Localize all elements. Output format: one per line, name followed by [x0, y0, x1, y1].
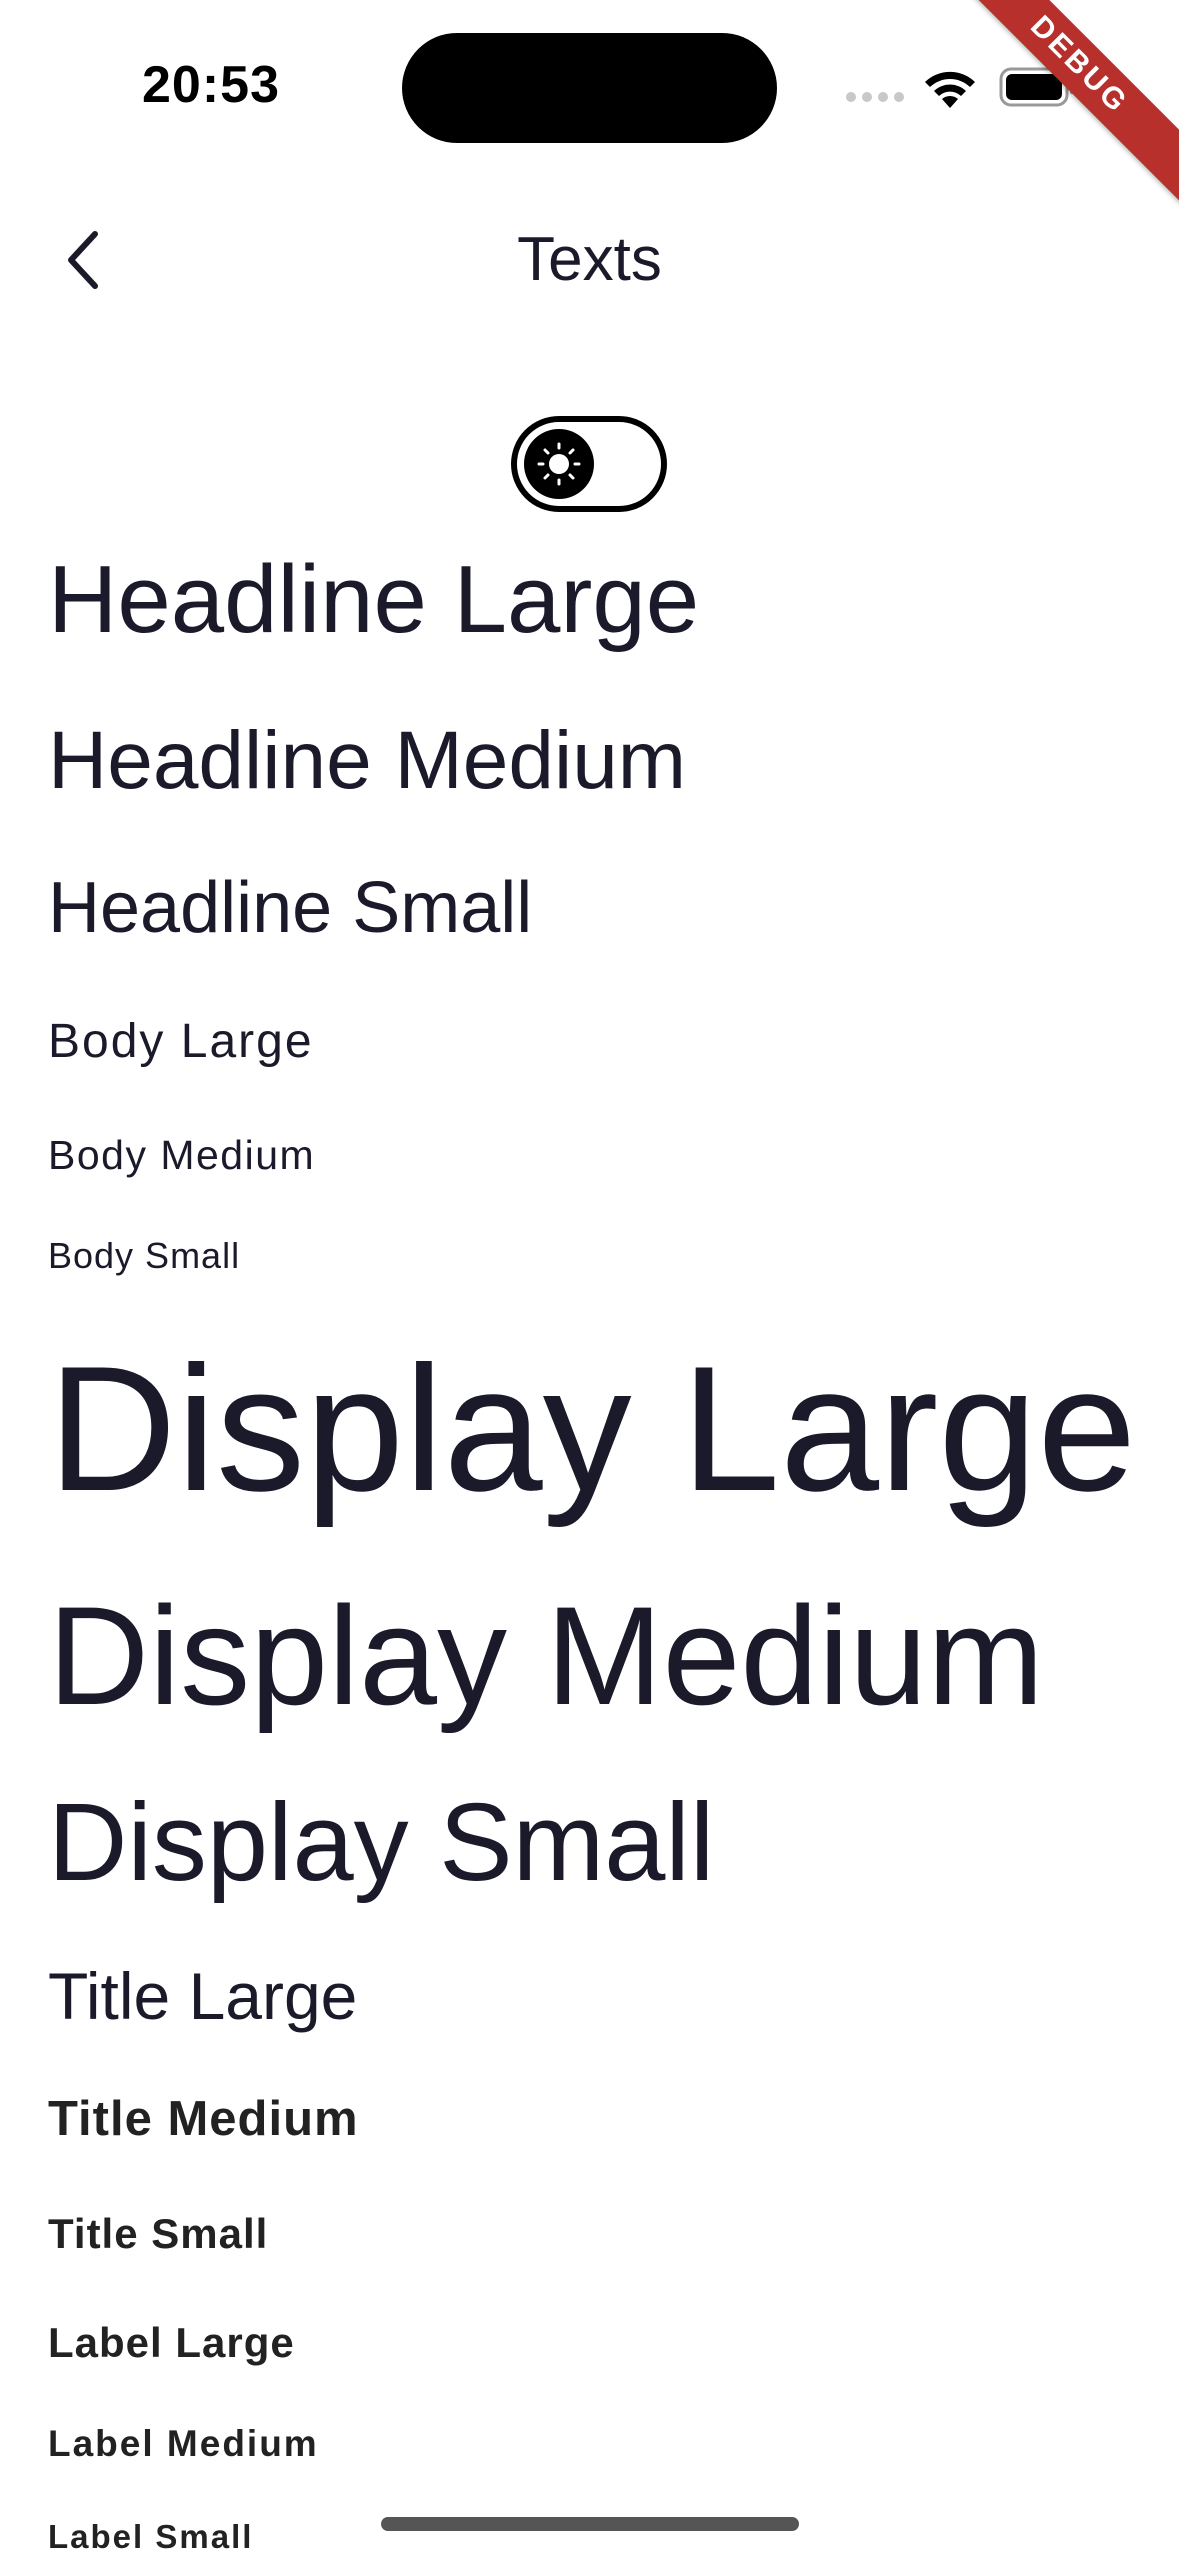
title-medium-text: Title Medium [48, 2092, 359, 2146]
page-title: Texts [517, 225, 662, 294]
display-medium-text: Display Medium [48, 1577, 1044, 1734]
headline-medium-text: Headline Medium [48, 715, 687, 806]
status-time: 20:53 [142, 56, 280, 114]
display-small-text: Display Small [48, 1781, 715, 1904]
headline-small-text: Headline Small [48, 868, 533, 948]
label-large-text: Label Large [48, 2319, 295, 2366]
cellular-signal-icon [846, 92, 904, 102]
display-large-text: Display Large [48, 1329, 1137, 1528]
body-small-text: Body Small [48, 1235, 241, 1276]
toggle-knob [524, 429, 594, 499]
body-medium-text: Body Medium [48, 1132, 316, 1178]
wifi-icon [925, 71, 975, 108]
sun-icon [537, 442, 581, 486]
theme-toggle-switch[interactable] [511, 416, 667, 512]
headline-large-text: Headline Large [48, 546, 700, 653]
home-indicator[interactable] [381, 2517, 799, 2531]
label-small-text: Label Small [48, 2518, 254, 2555]
title-large-text: Title Large [48, 1959, 358, 2033]
label-medium-text: Label Medium [48, 2423, 319, 2464]
title-small-text: Title Small [48, 2210, 269, 2257]
dynamic-island [402, 33, 777, 143]
body-large-text: Body Large [48, 1015, 314, 1068]
